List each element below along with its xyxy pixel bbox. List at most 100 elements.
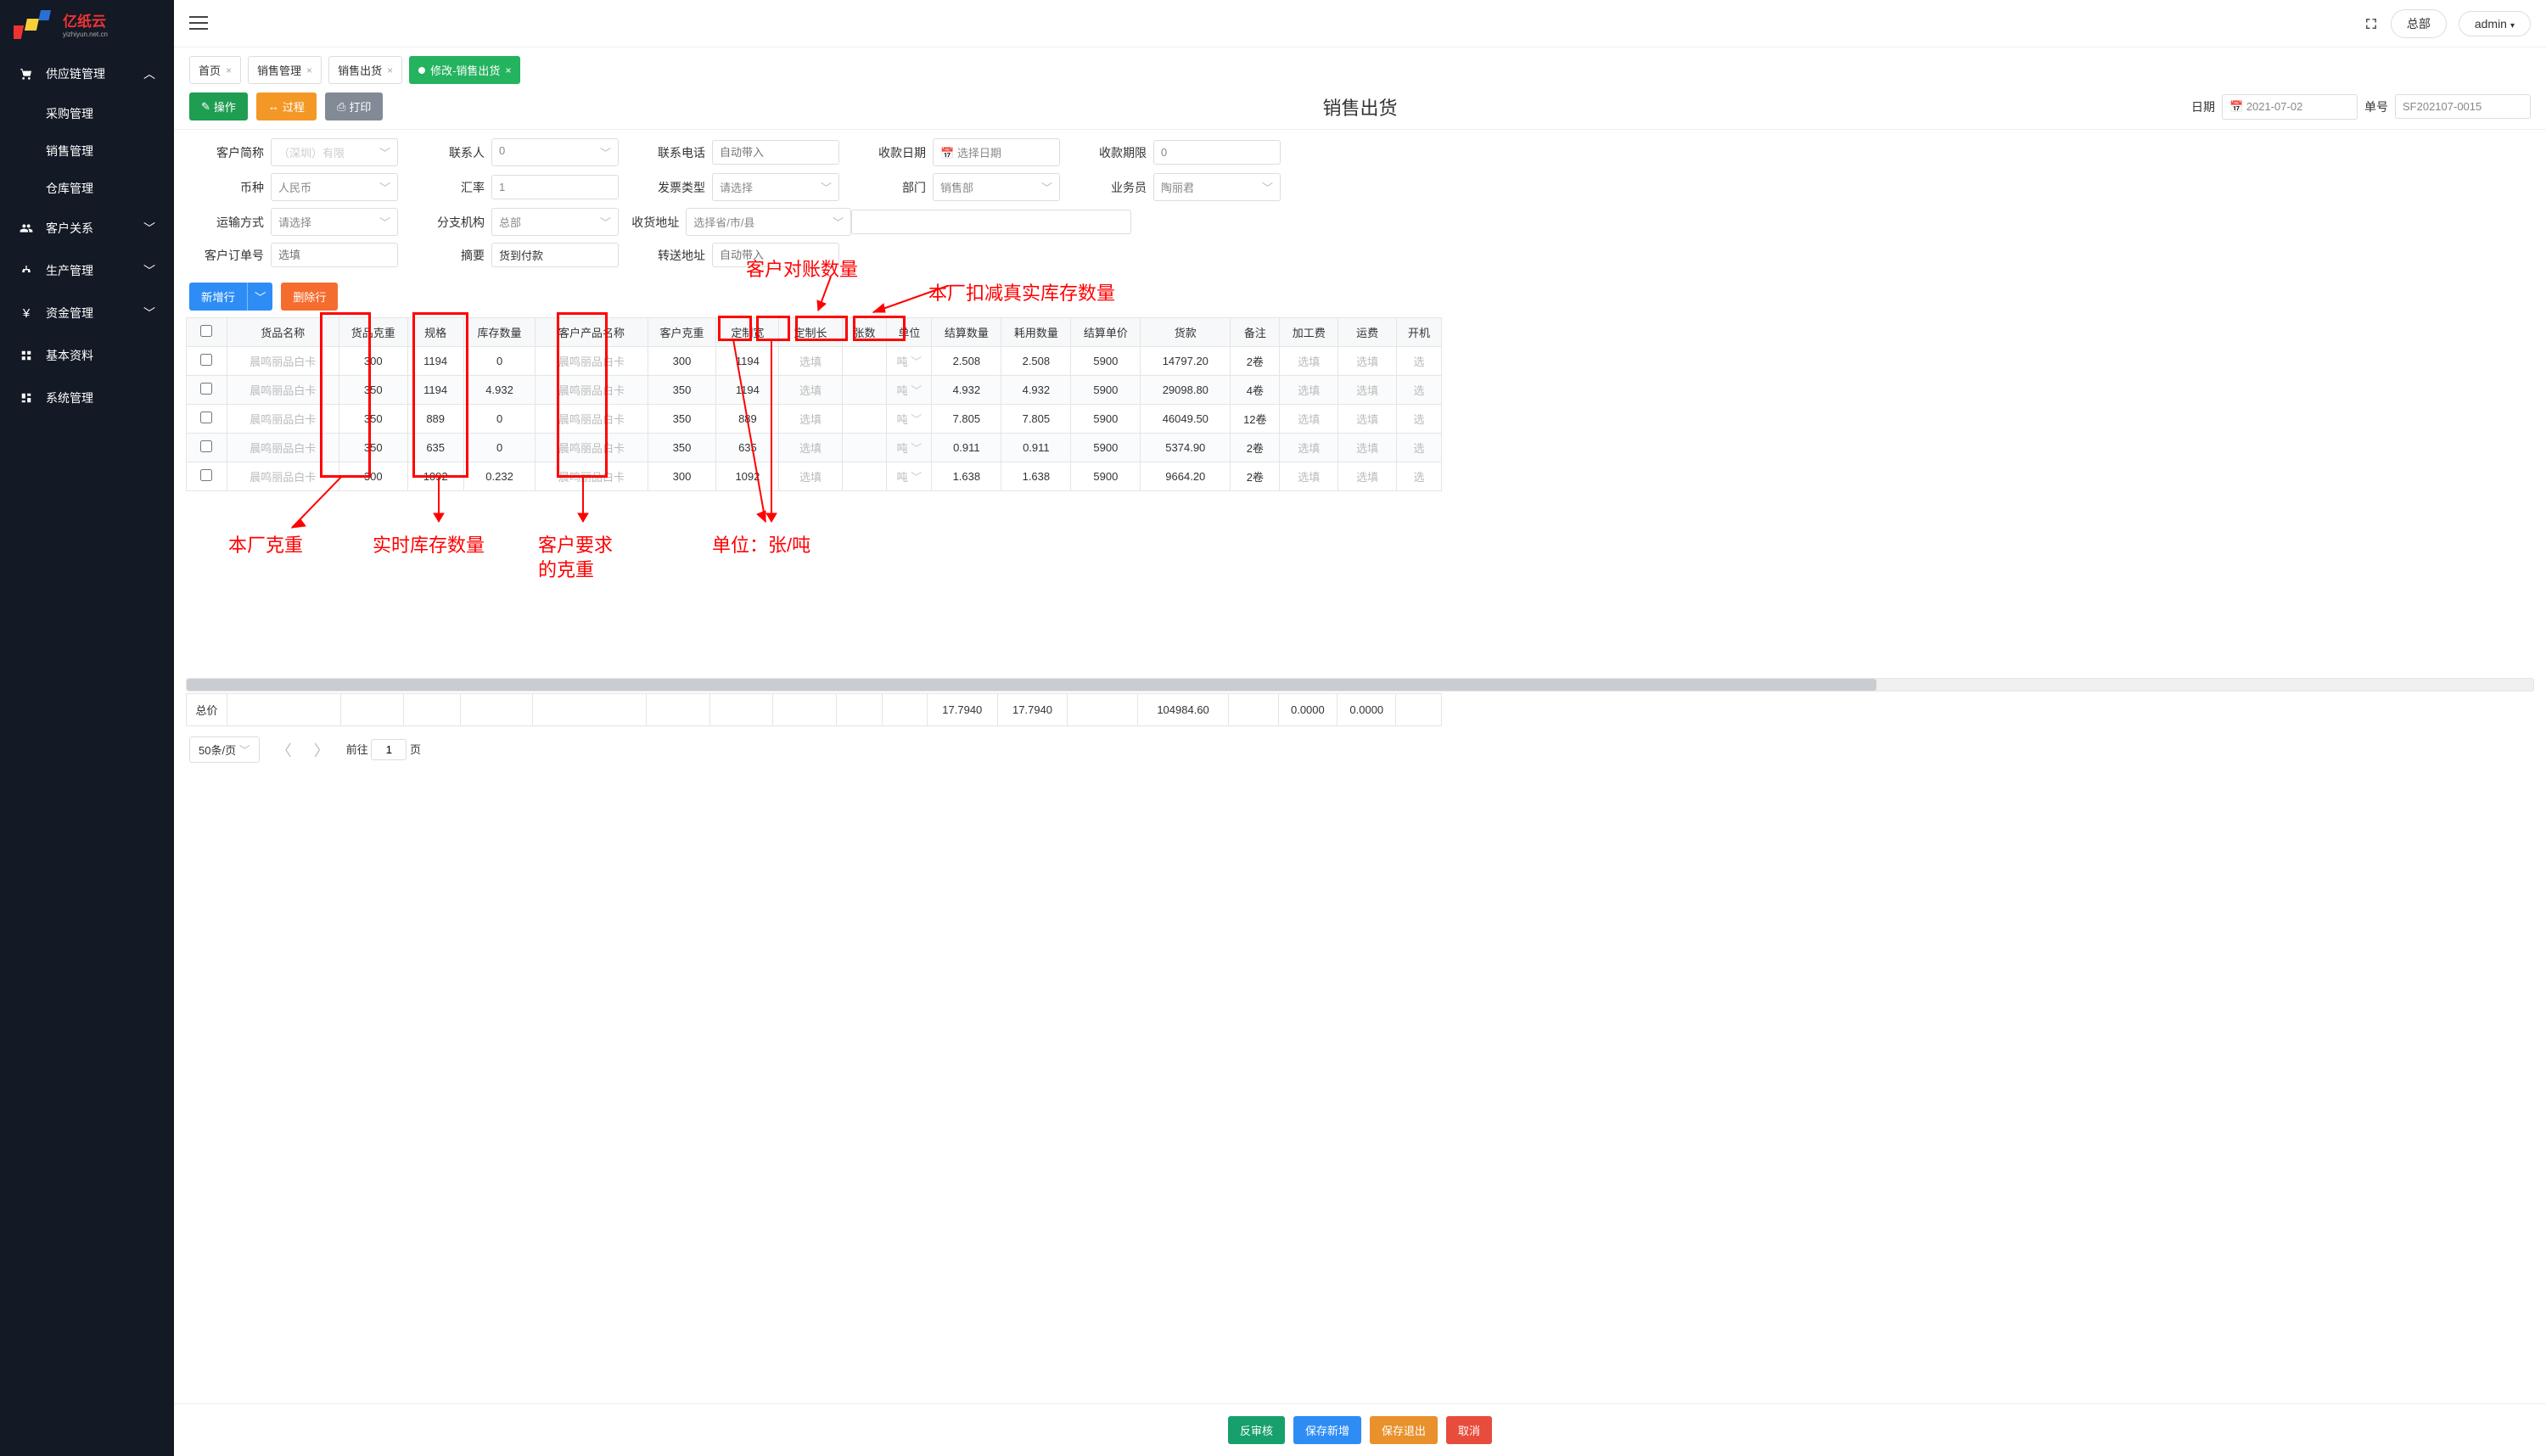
ship-method-select[interactable]: 请选择﹀ xyxy=(271,208,398,236)
cell-stock[interactable]: 4.932 xyxy=(463,376,536,405)
cell-price[interactable]: 5900 xyxy=(1071,376,1141,405)
table-row[interactable]: 晨鸣丽品白卡3506350晨鸣丽品白卡350635选填吨 ﹀0.9110.911… xyxy=(187,434,1442,462)
cell-amt[interactable]: 46049.50 xyxy=(1141,405,1231,434)
operate-button[interactable]: ✎操作 xyxy=(189,92,248,120)
cell-cust_name[interactable]: 晨鸣丽品白卡 xyxy=(536,347,648,376)
cell-ship[interactable]: 选填 xyxy=(1338,462,1397,491)
menu-finance[interactable]: ¥ 资金管理 ﹀ xyxy=(0,292,174,334)
cell-proc[interactable]: 选填 xyxy=(1280,376,1338,405)
prev-page-button[interactable]: 〈 xyxy=(272,739,297,761)
unaudit-button[interactable]: 反审核 xyxy=(1228,1416,1285,1444)
cell-price[interactable]: 5900 xyxy=(1071,405,1141,434)
cell-km[interactable]: 选 xyxy=(1396,462,1441,491)
address-detail-input[interactable] xyxy=(851,210,1131,234)
goto-page-input[interactable] xyxy=(371,739,407,760)
row-checkbox[interactable] xyxy=(200,383,212,395)
cell-qty[interactable]: 0.911 xyxy=(932,434,1001,462)
phone-input[interactable] xyxy=(712,140,839,165)
cell-cust_gw[interactable]: 350 xyxy=(648,376,716,405)
add-row-button[interactable]: 新增行 xyxy=(189,283,247,311)
cell-price[interactable]: 5900 xyxy=(1071,347,1141,376)
date-input[interactable]: 📅 2021-07-02 xyxy=(2222,94,2358,120)
summary-input[interactable] xyxy=(491,243,619,267)
row-checkbox[interactable] xyxy=(200,354,212,366)
cell-ship[interactable]: 选填 xyxy=(1338,347,1397,376)
cell-gw[interactable]: 300 xyxy=(339,347,407,376)
print-button[interactable]: ⎙打印 xyxy=(325,92,383,120)
cell-sheets[interactable] xyxy=(842,462,887,491)
user-menu[interactable]: admin▾ xyxy=(2459,11,2531,36)
cell-km[interactable]: 选 xyxy=(1396,405,1441,434)
tab-edit-sales-ship[interactable]: 修改-销售出货× xyxy=(409,56,520,84)
table-row[interactable]: 晨鸣丽品白卡30010920.232晨鸣丽品白卡3001092选填吨 ﹀1.63… xyxy=(187,462,1442,491)
cell-stock[interactable]: 0 xyxy=(463,347,536,376)
cell-proc[interactable]: 选填 xyxy=(1280,405,1338,434)
cell-proc[interactable]: 选填 xyxy=(1280,434,1338,462)
menu-production[interactable]: 生产管理 ﹀ xyxy=(0,249,174,292)
receive-date-input[interactable]: 📅 选择日期 xyxy=(933,138,1060,166)
cell-cust_gw[interactable]: 350 xyxy=(648,405,716,434)
save-new-button[interactable]: 保存新增 xyxy=(1293,1416,1361,1444)
cell-unit[interactable]: 吨 ﹀ xyxy=(887,462,932,491)
rate-input[interactable] xyxy=(491,175,619,199)
cell-km[interactable]: 选 xyxy=(1396,347,1441,376)
salesperson-select[interactable]: 陶丽君﹀ xyxy=(1153,173,1281,201)
cell-km[interactable]: 选 xyxy=(1396,376,1441,405)
menu-supply-chain[interactable]: 供应链管理 ︿ xyxy=(0,53,174,95)
cell-note[interactable]: 12卷 xyxy=(1231,405,1280,434)
cell-ship[interactable]: 选填 xyxy=(1338,376,1397,405)
cell-gw[interactable]: 350 xyxy=(339,434,407,462)
menu-basicdata[interactable]: 基本资料 xyxy=(0,334,174,377)
menu-toggle-icon[interactable] xyxy=(189,16,208,31)
fwd-address-input[interactable] xyxy=(712,243,839,267)
cell-cust_name[interactable]: 晨鸣丽品白卡 xyxy=(536,376,648,405)
order-input[interactable] xyxy=(2395,94,2531,119)
tab-sales-ship[interactable]: 销售出货× xyxy=(328,56,402,84)
delete-row-button[interactable]: 删除行 xyxy=(281,283,338,311)
cell-cust_gw[interactable]: 350 xyxy=(648,434,716,462)
cell-cust_gw[interactable]: 300 xyxy=(648,347,716,376)
tab-home[interactable]: 首页× xyxy=(189,56,241,84)
contact-select[interactable]: 0﹀ xyxy=(491,138,619,166)
cell-cust_name[interactable]: 晨鸣丽品白卡 xyxy=(536,405,648,434)
cell-name[interactable]: 晨鸣丽品白卡 xyxy=(227,405,339,434)
cell-name[interactable]: 晨鸣丽品白卡 xyxy=(227,376,339,405)
cell-price[interactable]: 5900 xyxy=(1071,462,1141,491)
cell-stock[interactable]: 0 xyxy=(463,405,536,434)
cell-sheets[interactable] xyxy=(842,434,887,462)
cell-qty[interactable]: 7.805 xyxy=(932,405,1001,434)
cell-stock[interactable]: 0.232 xyxy=(463,462,536,491)
cell-used[interactable]: 0.911 xyxy=(1001,434,1071,462)
cell-spec[interactable]: 635 xyxy=(407,434,463,462)
cell-qty[interactable]: 4.932 xyxy=(932,376,1001,405)
cancel-button[interactable]: 取消 xyxy=(1446,1416,1492,1444)
cell-amt[interactable]: 14797.20 xyxy=(1141,347,1231,376)
cell-sheets[interactable] xyxy=(842,347,887,376)
menu-system[interactable]: 系统管理 xyxy=(0,377,174,419)
cell-qty[interactable]: 1.638 xyxy=(932,462,1001,491)
cell-price[interactable]: 5900 xyxy=(1071,434,1141,462)
horizontal-scrollbar[interactable] xyxy=(186,678,2534,692)
table-row[interactable]: 晨鸣丽品白卡30011940晨鸣丽品白卡3001194选填吨 ﹀2.5082.5… xyxy=(187,347,1442,376)
cell-note[interactable]: 2卷 xyxy=(1231,462,1280,491)
cell-spec[interactable]: 1194 xyxy=(407,347,463,376)
cust-order-input[interactable] xyxy=(271,243,398,267)
customer-select[interactable]: （深圳）有限﹀ xyxy=(271,138,398,166)
cell-spec[interactable]: 889 xyxy=(407,405,463,434)
cell-amt[interactable]: 5374.90 xyxy=(1141,434,1231,462)
row-checkbox[interactable] xyxy=(200,469,212,481)
fullscreen-icon[interactable] xyxy=(2364,16,2379,31)
cell-name[interactable]: 晨鸣丽品白卡 xyxy=(227,347,339,376)
submenu-sales[interactable]: 销售管理 xyxy=(0,132,174,170)
cell-ship[interactable]: 选填 xyxy=(1338,405,1397,434)
add-row-dropdown[interactable]: ﹀ xyxy=(247,283,272,311)
row-checkbox[interactable] xyxy=(200,412,212,423)
cell-unit[interactable]: 吨 ﹀ xyxy=(887,434,932,462)
close-icon[interactable]: × xyxy=(387,64,393,76)
cell-sheets[interactable] xyxy=(842,376,887,405)
cell-unit[interactable]: 吨 ﹀ xyxy=(887,347,932,376)
select-all-checkbox[interactable] xyxy=(200,325,212,337)
receive-limit-input[interactable] xyxy=(1153,140,1281,165)
next-page-button[interactable]: 〉 xyxy=(309,739,334,761)
menu-customer[interactable]: 客户关系 ﹀ xyxy=(0,207,174,249)
